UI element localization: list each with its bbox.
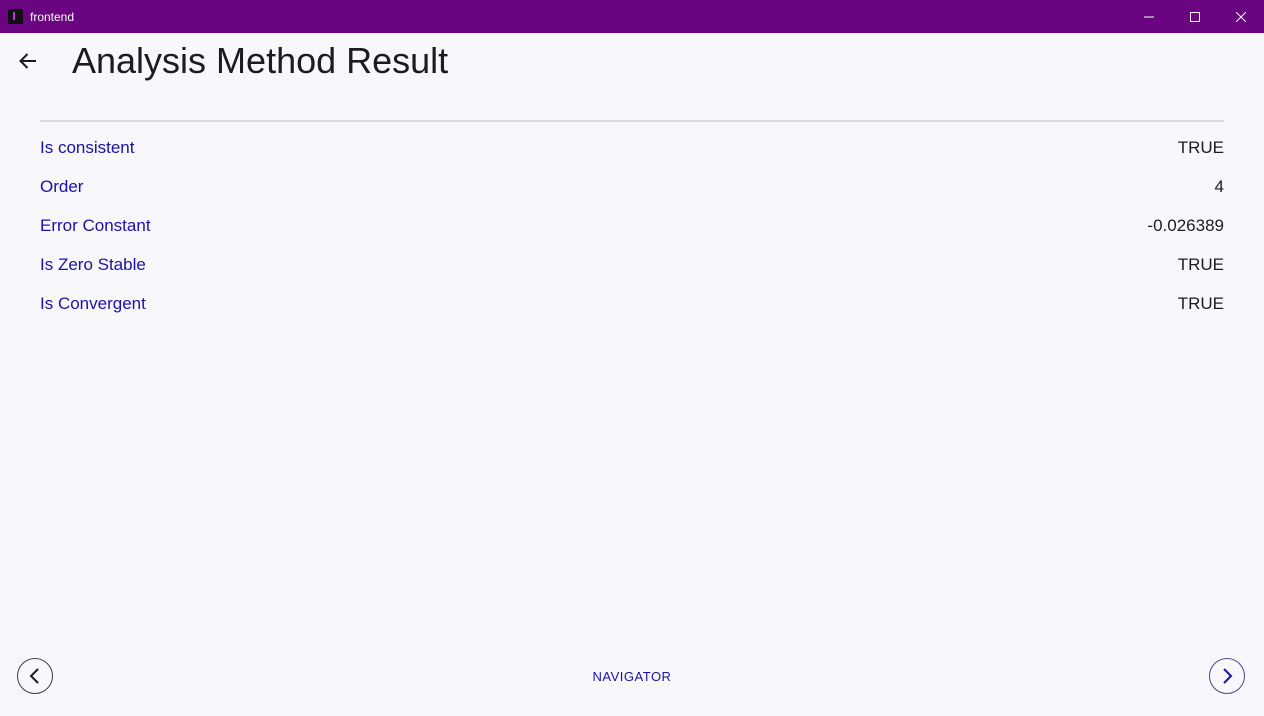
back-button[interactable] xyxy=(12,45,44,77)
navigator-title: NAVIGATOR xyxy=(592,669,672,684)
result-value: -0.026389 xyxy=(1147,216,1224,235)
divider xyxy=(40,120,1224,122)
arrow-left-icon xyxy=(19,53,36,69)
result-label: Is consistent xyxy=(40,138,135,157)
result-label: Order xyxy=(40,177,84,196)
result-value: TRUE xyxy=(1177,294,1224,313)
app-header: Analysis Method Result xyxy=(0,33,1264,89)
result-row-is-zero-stable: Is Zero Stable TRUE xyxy=(40,246,1224,285)
result-row-error-constant: Error Constant -0.026389 xyxy=(40,207,1224,246)
close-icon xyxy=(1236,11,1246,22)
window-title: frontend xyxy=(30,10,75,24)
maximize-button[interactable] xyxy=(1172,0,1218,33)
result-label: Is Convergent xyxy=(40,294,146,313)
maximize-icon xyxy=(1190,11,1200,22)
close-button[interactable] xyxy=(1218,0,1264,33)
minimize-icon xyxy=(1144,16,1154,17)
next-button[interactable] xyxy=(1209,658,1245,694)
minimize-button[interactable] xyxy=(1126,0,1172,33)
result-row-is-consistent: Is consistent TRUE xyxy=(40,129,1224,168)
bottom-navigator: NAVIGATOR xyxy=(0,656,1264,700)
chevron-right-icon xyxy=(1223,668,1233,684)
result-value: TRUE xyxy=(1177,255,1224,274)
result-label: Error Constant xyxy=(40,216,151,235)
page-title: Analysis Method Result xyxy=(72,40,449,81)
app-icon xyxy=(8,9,23,24)
result-row-order: Order 4 xyxy=(40,168,1224,207)
result-label: Is Zero Stable xyxy=(40,255,146,274)
results-list: Is consistent TRUE Order 4 Error Constan… xyxy=(40,129,1224,324)
result-value: 4 xyxy=(1214,177,1224,196)
window-title-bar: frontend xyxy=(0,0,1264,33)
result-value: TRUE xyxy=(1177,138,1224,157)
result-row-is-convergent: Is Convergent TRUE xyxy=(40,285,1224,324)
